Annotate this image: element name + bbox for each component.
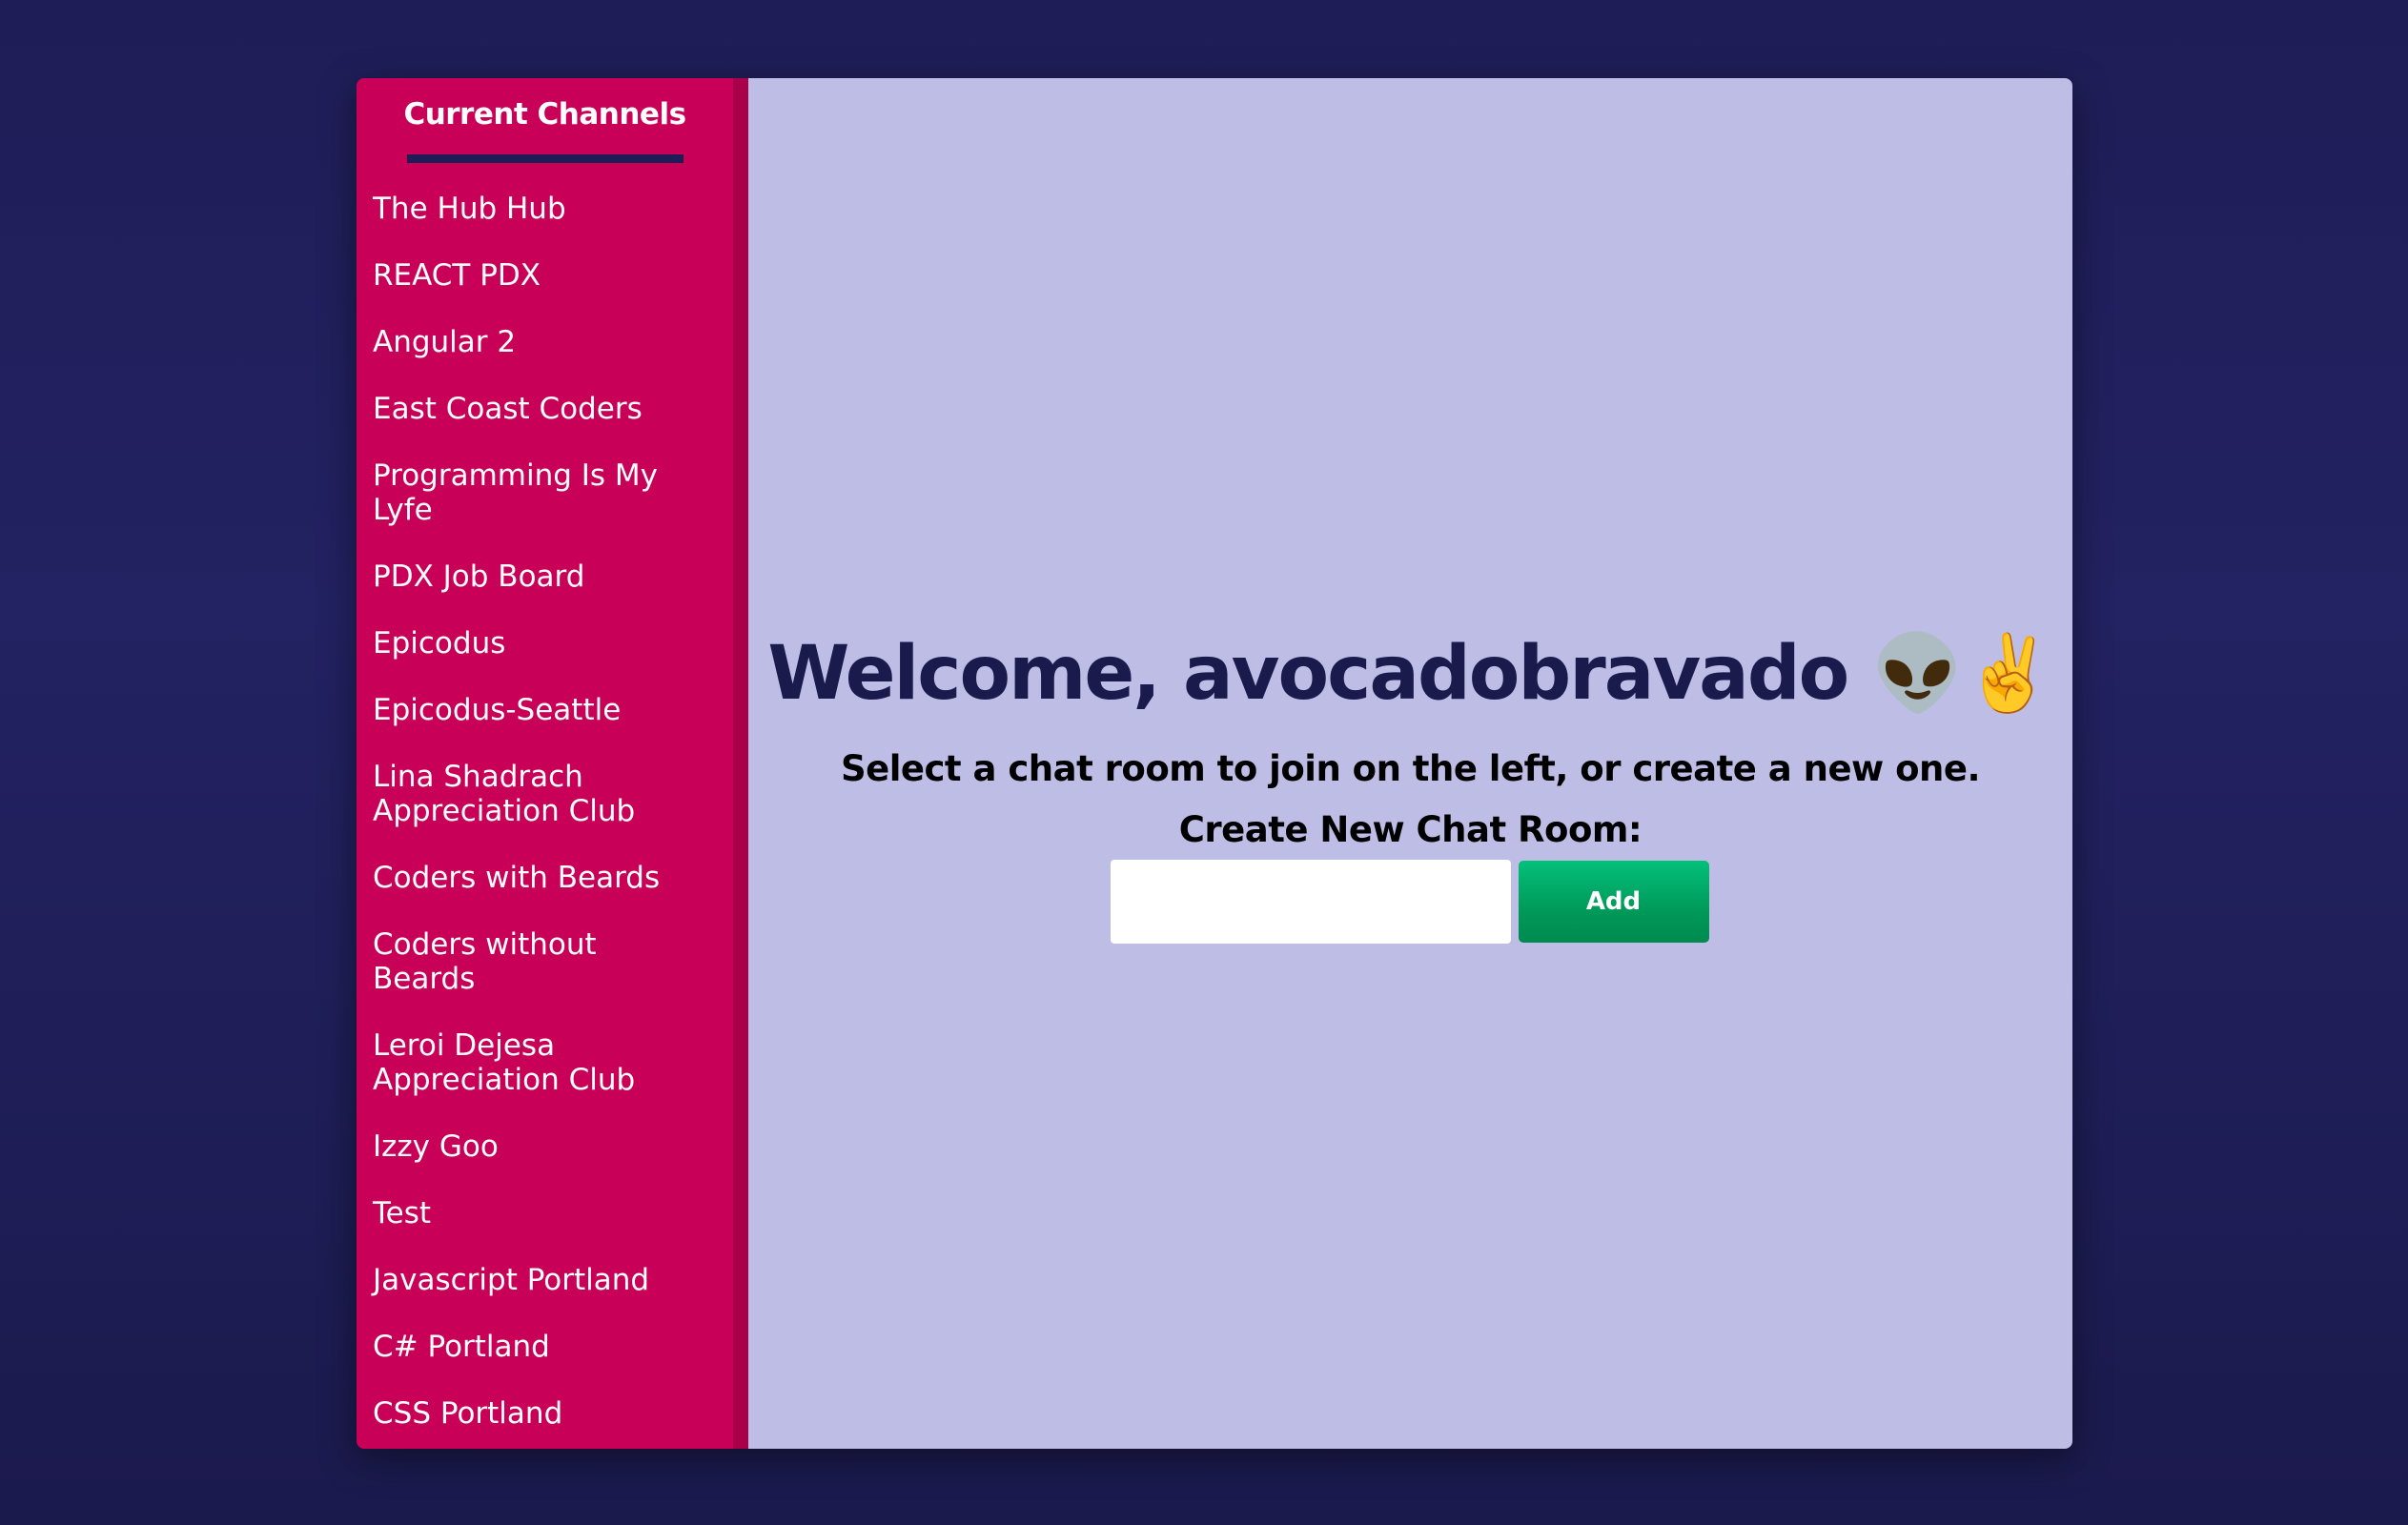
channel-item[interactable]: Coders without Beards [373,927,687,996]
sidebar-title: Current Channels [403,97,686,132]
channel-item[interactable]: East Coast Coders [373,392,687,426]
channel-item[interactable]: C# Portland [373,1330,687,1364]
channel-item[interactable]: REACT PDX [373,258,687,293]
welcome-section: Welcome, avocadobravado 👽✌️ Select a cha… [748,602,2072,944]
room-name-input[interactable] [1110,860,1511,944]
create-room-label: Create New Chat Room: [1178,809,1643,850]
channel-item[interactable]: CSS Portland [373,1396,687,1431]
channel-item[interactable]: Test [373,1196,687,1230]
channel-sidebar: Current Channels The Hub Hub REACT PDX A… [357,78,748,1449]
channel-item[interactable]: Izzy Goo [373,1129,687,1164]
create-room-form: Add [746,860,2072,944]
welcome-instructions: Select a chat room to join on the left, … [840,748,1981,789]
channel-item[interactable]: Programming Is My Lyfe [373,458,687,527]
main-panel: Welcome, avocadobravado 👽✌️ Select a cha… [748,78,2072,1449]
channel-item[interactable]: Epicodus-Seattle [373,693,687,727]
add-room-button[interactable]: Add [1518,861,1709,943]
sidebar-header: Current Channels [357,78,733,163]
channel-item[interactable]: PDX Job Board [373,559,687,594]
channel-list: The Hub Hub REACT PDX Angular 2 East Coa… [357,163,733,1431]
sidebar-title-underline [406,154,684,163]
channel-item[interactable]: Epicodus [373,626,687,661]
chat-app-window: Current Channels The Hub Hub REACT PDX A… [357,78,2072,1449]
channel-item[interactable]: The Hub Hub [373,192,687,226]
welcome-heading: Welcome, avocadobravado 👽✌️ [767,631,2054,717]
channel-item[interactable]: Coders with Beards [373,861,687,895]
channel-item[interactable]: Lina Shadrach Appreciation Club [373,760,687,828]
channel-item[interactable]: Javascript Portland [373,1263,687,1297]
channel-item[interactable]: Angular 2 [373,325,687,359]
channel-item[interactable]: Leroi Dejesa Appreciation Club [373,1028,687,1097]
